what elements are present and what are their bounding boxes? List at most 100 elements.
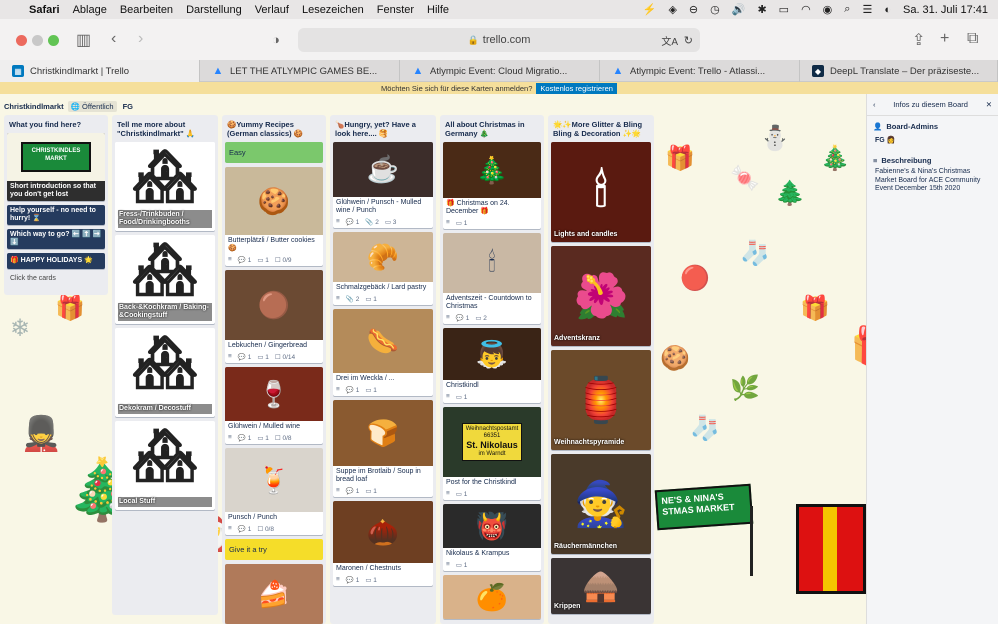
card-badges: ≡ ▭ 1 bbox=[443, 392, 541, 403]
translate-icon[interactable]: 文A bbox=[661, 33, 678, 48]
board-title[interactable]: Christkindlmarkt bbox=[4, 102, 64, 111]
card-mulled-wine[interactable]: 🍷 Glühwein / Mulled wine ≡ 💬 1 ▭ 1 ☐ 0/8 bbox=[225, 367, 323, 444]
card-gingerbread[interactable]: 🟤 Lebkuchen / Gingerbread ≡ 💬 1 ▭ 1 ☐ 0/14 bbox=[225, 270, 323, 363]
menu-verlauf[interactable]: Verlauf bbox=[255, 4, 289, 16]
label-give-it-a-try[interactable]: Give it a try bbox=[225, 539, 323, 560]
card-soup-bread[interactable]: 🍞 Suppe im Brotlaib / Soup in bread loaf… bbox=[333, 400, 433, 497]
tab-christkindlmarkt[interactable]: ▦ Christkindlmarkt | Trello bbox=[0, 60, 200, 82]
card-punch[interactable]: 🍹 Punsch / Punch ≡ 💬 1 ☐ 0/8 bbox=[225, 448, 323, 535]
minimize-window-button[interactable] bbox=[32, 35, 43, 46]
privacy-shield-icon[interactable]: ◑ bbox=[272, 32, 280, 47]
control-center-icon[interactable]: ☰ bbox=[862, 3, 872, 16]
card-nikolaus-krampus[interactable]: 👹 Nikolaus & Krampus ≡ ▭ 1 bbox=[443, 504, 541, 571]
back-icon[interactable]: ‹ bbox=[111, 30, 116, 48]
card-food-booths[interactable]: 🏘 Fress-/Trinkbuden / Food/Drinkingbooth… bbox=[115, 142, 215, 231]
card-krippen[interactable]: 🛖 Krippen bbox=[551, 558, 651, 614]
card-happy-holidays[interactable]: 🎁 HAPPY HOLIDAYS 🌟 bbox=[7, 253, 105, 269]
card-lights-candles[interactable]: 🕯 Lights and candles bbox=[551, 142, 651, 242]
menu-darstellung[interactable]: Darstellung bbox=[186, 4, 242, 16]
card-recipe-dessert[interactable]: 🍰 bbox=[225, 564, 323, 624]
card-local-stuff[interactable]: 🏘 Local Stuff bbox=[115, 421, 215, 510]
card-which-way[interactable]: Which way to go? ⬅️ ⬆️ ➡️ ⬇️ bbox=[7, 229, 105, 249]
share-icon[interactable]: ⇪ bbox=[912, 30, 925, 50]
user-icon[interactable]: ◉ bbox=[823, 3, 833, 16]
card-gluehwein-punsch[interactable]: ☕ Glühwein / Punsch - Mulled wine / Punc… bbox=[333, 142, 433, 228]
tab-atlympic-trello[interactable]: ▲ Atlympic Event: Trello - Atlassi... bbox=[600, 60, 800, 82]
card-title: 🎁 Christmas on 24. December 🎁 bbox=[446, 200, 510, 215]
card-weihnachtspyramide[interactable]: 🏮 Weihnachtspyramide bbox=[551, 350, 651, 450]
new-tab-icon[interactable]: + bbox=[940, 30, 949, 48]
tab-atlympic-games[interactable]: ▲ LET THE ATLYMPIC GAMES BE... bbox=[200, 60, 400, 82]
list-title[interactable]: All about Christmas in Germany 🎄 bbox=[443, 118, 541, 142]
card-post-christkindl[interactable]: Weihnachtspostamt 66351 St. Nikolaus im War… bbox=[443, 407, 541, 500]
menu-hilfe[interactable]: Hilfe bbox=[427, 4, 449, 16]
card-raeuchermaennchen[interactable]: 🧙 Räuchermännchen bbox=[551, 454, 651, 554]
card-chestnuts[interactable]: 🌰 Maronen / Chestnuts ≡ 💬 1 ▭ 1 bbox=[333, 501, 433, 586]
tab-cloud-migration[interactable]: ▲ Atlympic Event: Cloud Migratio... bbox=[400, 60, 600, 82]
card-badges: ≡ 📎 2 ▭ 1 bbox=[333, 294, 433, 305]
card-help-yourself[interactable]: Help yourself - no need to hurry! ⌛ bbox=[7, 205, 105, 225]
card-baking-stuff[interactable]: 🏘 Back-&Kochkram / Baking-&Cookingstuff bbox=[115, 235, 215, 324]
list-title[interactable]: 🍗Hungry, yet? Have a look here.... 🥞 bbox=[333, 118, 433, 142]
search-icon[interactable]: ⌕ bbox=[844, 3, 850, 16]
card-deco-stuff[interactable]: 🏘 Dekokram / Decostuff bbox=[115, 328, 215, 417]
bluetooth-icon[interactable]: ✱ bbox=[757, 3, 766, 16]
list-title[interactable]: Tell me more about "Christkindlmarkt" 🙏 bbox=[115, 118, 215, 142]
card-oranges[interactable]: 🍊 bbox=[443, 575, 541, 619]
lock-icon: 🔒 bbox=[467, 34, 479, 45]
signup-button[interactable]: Kostenlos registrieren bbox=[536, 82, 617, 94]
list-title[interactable]: What you find here? bbox=[7, 118, 105, 133]
bread-soup-image: 🍞 bbox=[333, 400, 433, 466]
label-easy[interactable]: Easy bbox=[225, 142, 323, 163]
card-drei-im-weckla[interactable]: 🌭 Drei im Weckla / ... ≡ 💬 1 ▭ 1 bbox=[333, 309, 433, 396]
card-introduction[interactable]: CHRISTKINDLES MARKT Short introduction s… bbox=[7, 133, 105, 201]
forward-icon[interactable]: › bbox=[138, 30, 143, 48]
attachment-badge: ▭ 1 bbox=[455, 491, 468, 498]
card-badges: ≡ 💬 1 ▭ 1 ☐ 0/14 bbox=[225, 352, 323, 363]
list-tell-me-more: Tell me more about "Christkindlmarkt" 🙏 … bbox=[112, 115, 218, 615]
battery-icon[interactable]: ▭ bbox=[779, 3, 789, 16]
visibility-button[interactable]: 🌐 Öffentlich bbox=[67, 100, 117, 112]
close-icon[interactable]: ✕ bbox=[986, 100, 992, 109]
back-icon[interactable]: ‹ bbox=[873, 100, 876, 109]
time-machine-icon[interactable]: ◷ bbox=[710, 3, 720, 16]
menu-bearbeiten[interactable]: Bearbeiten bbox=[120, 4, 173, 16]
card-butter-cookies[interactable]: 🍪 Butterplätzli / Butter cookies 🍪 ≡ 💬 1 ▭… bbox=[225, 167, 323, 266]
menu-clock[interactable]: Sa. 31. Juli 17:41 bbox=[903, 4, 988, 16]
volume-icon[interactable]: 🔊 bbox=[732, 3, 746, 16]
card-adventskranz[interactable]: 🌺 Adventskranz bbox=[551, 246, 651, 346]
description-badge: ≡ bbox=[446, 219, 450, 226]
menu-lesezeichen[interactable]: Lesezeichen bbox=[302, 4, 364, 16]
card-title: Local Stuff bbox=[118, 497, 212, 507]
reload-icon[interactable]: ↻ bbox=[684, 34, 693, 47]
attachment-badge: ▭ 1 bbox=[365, 387, 377, 394]
panel-header: ‹ Infos zu diesem Board ✕ bbox=[867, 94, 998, 116]
menu-fenster[interactable]: Fenster bbox=[377, 4, 414, 16]
list-title[interactable]: 🍪Yummy Recipes (German classics) 🍪 bbox=[225, 118, 323, 142]
siri-icon[interactable]: ◐ bbox=[884, 4, 891, 16]
close-window-button[interactable] bbox=[16, 35, 27, 46]
card-title: Short introduction so that you don't get… bbox=[10, 183, 96, 198]
status-icon[interactable]: ⊖ bbox=[689, 3, 698, 16]
card-title: Schmalzgebäck / Lard pastry bbox=[336, 284, 427, 291]
board-member-avatar[interactable]: FG bbox=[123, 102, 133, 111]
list-title[interactable]: 🌟✨More Glitter & Bling Bling & Decoratio… bbox=[551, 118, 651, 142]
tab-overview-icon[interactable]: ⧉ bbox=[967, 30, 978, 48]
menu-app-name[interactable]: Safari bbox=[29, 4, 60, 16]
comment-badge: 💬 1 bbox=[455, 315, 470, 322]
wifi-icon[interactable]: ◠ bbox=[801, 3, 811, 16]
dropbox-icon[interactable]: ◈ bbox=[668, 3, 676, 16]
card-adventszeit[interactable]: 🕯 Adventszeit - Countdown to Christmas ≡… bbox=[443, 233, 541, 324]
card-lard-pastry[interactable]: 🥐 Schmalzgebäck / Lard pastry ≡ 📎 2 ▭ 1 bbox=[333, 232, 433, 305]
admin-avatar[interactable]: FG 👩 bbox=[867, 134, 998, 150]
address-bar[interactable]: 🔒 trello.com 文A ↻ bbox=[298, 28, 700, 52]
zoom-window-button[interactable] bbox=[48, 35, 59, 46]
tab-deepl[interactable]: ◆ DeepL Translate – Der präziseste... bbox=[800, 60, 998, 82]
description-badge: ≡ bbox=[336, 576, 340, 583]
sidebar-icon[interactable]: ▥ bbox=[76, 30, 91, 50]
card-badges: ≡ 💬 1 ▭ 1 ☐ 0/9 bbox=[225, 255, 323, 266]
bolt-icon[interactable]: ⚡ bbox=[643, 3, 657, 16]
card-christkindl[interactable]: 👼 Christkindl ≡ ▭ 1 bbox=[443, 328, 541, 403]
card-christmas-24[interactable]: 🎄 🎁 Christmas on 24. December 🎁 ≡ ▭ 1 bbox=[443, 142, 541, 229]
menu-ablage[interactable]: Ablage bbox=[73, 4, 107, 16]
